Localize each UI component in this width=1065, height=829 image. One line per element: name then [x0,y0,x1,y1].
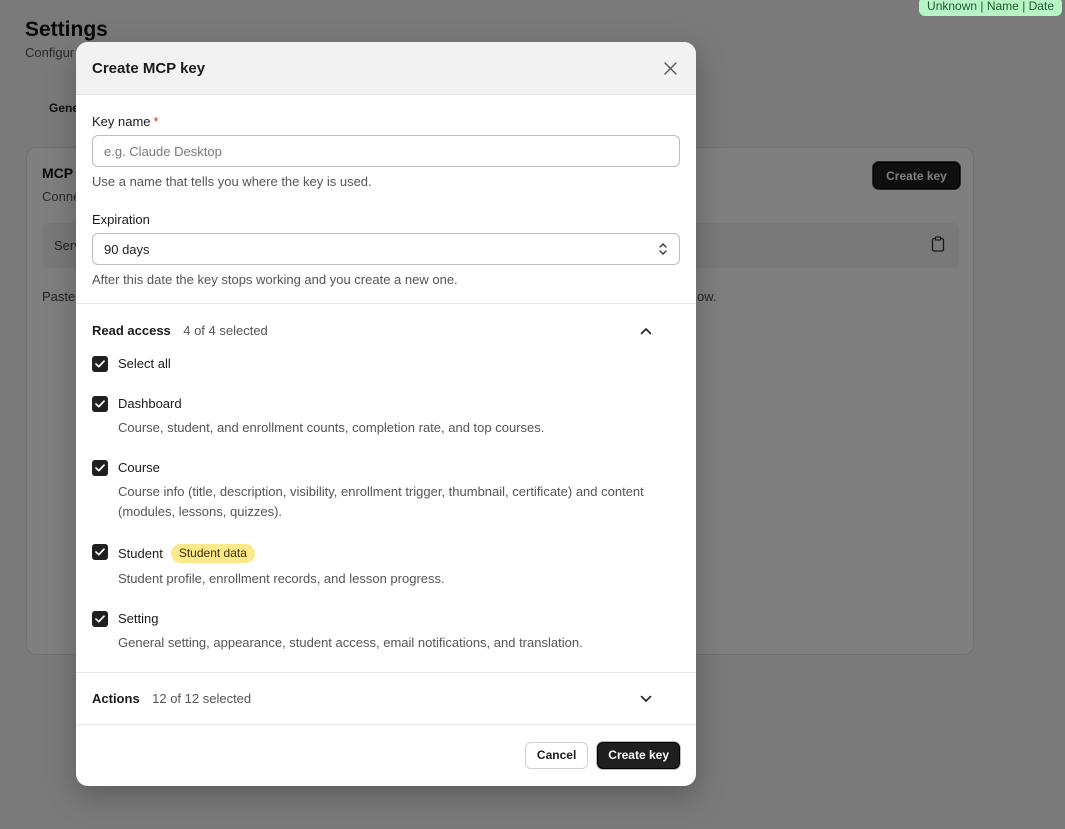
check-icon [95,360,105,368]
check-icon [95,615,105,623]
check-icon [95,400,105,408]
key-name-label-text: Key name [92,114,151,129]
chevron-down-icon [640,695,652,702]
actions-count: 12 of 12 selected [152,690,252,706]
select-all-checkbox[interactable] [92,356,108,372]
dialog-title: Create MCP key [92,59,206,77]
collapse-read-access-button[interactable] [636,321,656,341]
course-desc: Course info (title, description, visibil… [118,484,644,519]
read-item-course[interactable]: Course [92,460,680,476]
course-label: Course [118,460,160,475]
read-access-count: 4 of 4 selected [183,323,268,338]
create-mcp-key-dialog: Create MCP key Key name* Use a name that… [76,42,696,786]
read-access-section: Read access 4 of 4 selected Select all D… [76,304,696,673]
setting-checkbox[interactable] [92,611,108,627]
status-badge: Unknown | Name | Date [919,0,1062,16]
key-details-section: Key name* Use a name that tells you wher… [76,95,696,304]
read-access-header[interactable]: Read access 4 of 4 selected [92,304,680,356]
dashboard-checkbox[interactable] [92,396,108,412]
read-item-student[interactable]: Student Student data [92,544,680,563]
check-icon [95,464,105,472]
setting-desc: General setting, appearance, student acc… [118,635,583,650]
read-item-dashboard[interactable]: Dashboard [92,396,680,412]
expiration-value: 90 days [104,241,150,257]
actions-section-header[interactable]: Actions 12 of 12 selected [76,673,696,725]
student-checkbox[interactable] [92,544,108,560]
dialog-header: Create MCP key [76,42,696,95]
read-access-title: Read access [92,323,171,338]
course-checkbox[interactable] [92,460,108,476]
student-data-tag: Student data [170,544,255,563]
close-icon [663,61,677,75]
expand-actions-button[interactable] [636,689,656,709]
dashboard-label: Dashboard [118,396,182,411]
check-icon [95,548,105,556]
read-item-setting[interactable]: Setting [92,611,680,627]
dialog-footer: Cancel Create key [76,725,696,785]
dashboard-desc: Course, student, and enrollment counts, … [118,420,545,435]
student-label-text: Student [118,545,163,561]
actions-title: Actions [92,690,140,706]
expiration-label: Expiration [92,212,150,227]
key-name-help: Use a name that tells you where the key … [92,174,372,189]
expiration-help: After this date the key stops working an… [92,272,458,287]
expiration-select[interactable]: 90 days [92,233,680,265]
create-key-button[interactable]: Create key [597,741,680,769]
required-mark: * [153,114,159,129]
student-label: Student Student data [118,544,255,563]
student-desc: Student profile, enrollment records, and… [118,571,445,586]
key-name-input[interactable] [92,135,680,167]
select-all-row[interactable]: Select all [92,356,680,372]
chevron-up-down-icon [659,243,667,255]
close-button[interactable] [660,58,680,78]
chevron-up-icon [640,328,652,335]
key-name-label: Key name * [92,114,680,129]
select-all-label: Select all [118,356,171,371]
cancel-button[interactable]: Cancel [524,741,589,769]
setting-label: Setting [118,611,159,626]
